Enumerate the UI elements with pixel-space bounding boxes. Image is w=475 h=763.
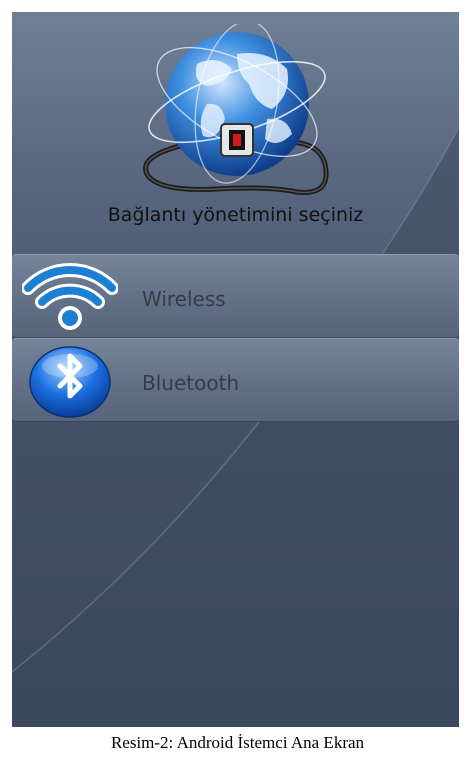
connection-prompt: Bağlantı yönetimini seçiniz: [107, 204, 364, 226]
list-item-bluetooth[interactable]: Bluetooth: [12, 338, 459, 422]
globe-network-plug-icon: [137, 20, 337, 209]
wifi-icon: [21, 258, 119, 334]
bluetooth-label: Bluetooth: [142, 371, 240, 395]
wireless-label: Wireless: [142, 287, 226, 311]
app-screen: Bağlantı yönetimini seçiniz Wireless Blu…: [12, 12, 459, 727]
list-item-wireless[interactable]: Wireless: [12, 254, 459, 338]
figure-caption: Resim-2: Android İstemci Ana Ekran: [110, 733, 365, 752]
bluetooth-icon: [22, 342, 118, 418]
